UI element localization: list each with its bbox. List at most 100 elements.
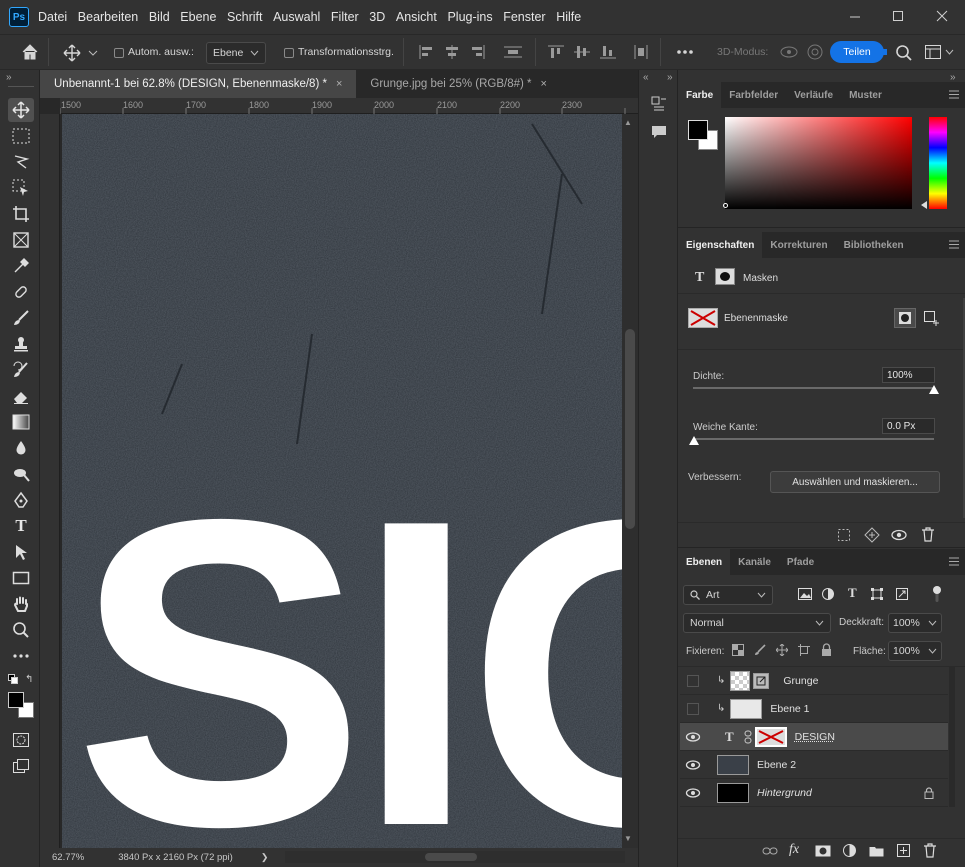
tab-farbfelder[interactable]: Farbfelder <box>721 82 786 108</box>
filter-pixel-icon[interactable] <box>798 588 812 600</box>
visibility-toggle-off[interactable] <box>687 702 699 715</box>
lock-pixels-icon[interactable] <box>754 644 766 656</box>
search-icon[interactable] <box>895 44 913 62</box>
density-slider-handle[interactable] <box>929 385 939 394</box>
add-mask-icon[interactable] <box>815 845 831 857</box>
foreground-color-swatch[interactable] <box>688 120 708 140</box>
select-pixel-mask-button[interactable] <box>894 308 916 328</box>
tab-document-2[interactable]: Grunge.jpg bei 25% (RGB/8#) * × <box>356 70 561 98</box>
tab-ebenen[interactable]: Ebenen <box>678 549 731 575</box>
menu-ansicht[interactable]: Ansicht <box>396 10 437 24</box>
auto-select-checkbox[interactable] <box>114 48 124 58</box>
brush-tool-icon[interactable] <box>8 306 34 330</box>
filter-type-icon[interactable]: T <box>848 585 857 601</box>
share-button[interactable]: Teilen <box>830 41 884 63</box>
expand-icon[interactable]: » <box>667 72 673 83</box>
comments-panel-icon[interactable] <box>651 124 667 140</box>
layer-row-hintergrund[interactable]: Hintergrund <box>680 779 948 807</box>
rectangle-tool-icon[interactable] <box>8 566 34 590</box>
visibility-eye-icon[interactable] <box>891 529 907 541</box>
menu-hilfe[interactable]: Hilfe <box>556 10 581 24</box>
visibility-eye-icon[interactable] <box>685 731 701 743</box>
layer-filter-dropdown[interactable]: Art <box>683 585 773 605</box>
lock-all-icon[interactable] <box>821 643 832 656</box>
crop-tool-icon[interactable] <box>8 202 34 226</box>
document-canvas[interactable]: SIG <box>62 114 622 848</box>
collapse-icon[interactable]: « <box>643 72 649 83</box>
tab-farbe[interactable]: Farbe <box>678 82 722 108</box>
layer-row-grunge[interactable]: ↳ Grunge <box>680 667 948 695</box>
menu-schrift[interactable]: Schrift <box>227 10 262 24</box>
opacity-field[interactable]: 100% <box>888 613 942 633</box>
eraser-tool-icon[interactable] <box>8 384 34 408</box>
align-middle-icon[interactable] <box>574 45 590 59</box>
scrollbar-thumb[interactable] <box>625 329 635 529</box>
align-bottom-icon[interactable] <box>600 45 616 59</box>
frame-tool-icon[interactable] <box>8 228 34 252</box>
gradient-tool-icon[interactable] <box>8 410 34 434</box>
status-menu-icon[interactable]: ❯ <box>261 852 269 863</box>
mask-link-icon[interactable] <box>744 730 752 744</box>
minimize-icon[interactable] <box>845 6 865 26</box>
tab-kanaele[interactable]: Kanäle <box>730 549 779 575</box>
tab-verlaeufe[interactable]: Verläufe <box>786 82 841 108</box>
close-window-icon[interactable] <box>932 6 952 26</box>
distribute-vertical-icon[interactable] <box>634 45 648 59</box>
zoom-tool-icon[interactable] <box>8 618 34 642</box>
type-tool-icon[interactable]: T <box>8 514 34 538</box>
menu-fenster[interactable]: Fenster <box>503 10 545 24</box>
new-layer-icon[interactable] <box>897 844 910 857</box>
history-brush-icon[interactable] <box>8 358 34 382</box>
menu-datei[interactable]: Datei <box>38 10 67 24</box>
path-select-icon[interactable] <box>8 540 34 564</box>
blend-mode-dropdown[interactable]: Normal <box>683 613 831 633</box>
dodge-tool-icon[interactable] <box>8 462 34 486</box>
layer-effects-icon[interactable]: fx <box>789 842 799 858</box>
auto-select-dropdown[interactable]: Ebene <box>206 42 266 64</box>
menu-bearbeiten[interactable]: Bearbeiten <box>78 10 138 24</box>
menu-bild[interactable]: Bild <box>149 10 170 24</box>
layer-row-ebene-2[interactable]: Ebene 2 <box>680 751 948 779</box>
filter-adjustment-icon[interactable] <box>822 588 834 600</box>
marquee-tool-icon[interactable] <box>8 124 34 148</box>
more-options-icon[interactable] <box>676 49 694 55</box>
panel-menu-icon[interactable] <box>949 557 959 567</box>
menu-auswahl[interactable]: Auswahl <box>273 10 320 24</box>
feather-slider[interactable] <box>693 438 934 440</box>
vertical-scrollbar[interactable]: ▲ ▼ <box>622 114 638 848</box>
move-tool-icon[interactable] <box>8 98 34 122</box>
tab-korrekturen[interactable]: Korrekturen <box>762 232 835 258</box>
scroll-down-icon[interactable]: ▼ <box>624 834 632 843</box>
close-tab-icon[interactable]: × <box>336 78 342 90</box>
swap-colors-icon[interactable]: ↰ <box>25 674 33 685</box>
pen-tool-icon[interactable] <box>8 488 34 512</box>
hue-slider[interactable] <box>929 117 947 209</box>
move-tool-icon[interactable] <box>62 43 82 63</box>
close-tab-icon[interactable]: × <box>541 78 547 90</box>
visibility-toggle-off[interactable] <box>687 674 699 687</box>
transform-controls-checkbox[interactable] <box>284 48 294 58</box>
panel-menu-icon[interactable] <box>949 240 959 250</box>
chevron-down-icon[interactable] <box>88 49 98 57</box>
history-panel-icon[interactable] <box>651 96 667 114</box>
fill-field[interactable]: 100% <box>888 641 942 661</box>
lock-position-icon[interactable] <box>776 644 788 656</box>
filter-shape-icon[interactable] <box>871 588 883 600</box>
tab-document-1[interactable]: Unbenannt-1 bei 62.8% (DESIGN, Ebenenmas… <box>40 70 357 98</box>
align-left-icon[interactable] <box>418 45 434 59</box>
scroll-up-icon[interactable]: ▲ <box>624 118 632 127</box>
stamp-tool-icon[interactable] <box>8 332 34 356</box>
lock-artboard-icon[interactable] <box>798 644 810 656</box>
collapse-icon[interactable]: » <box>6 72 12 83</box>
layer-mask-thumbnail[interactable] <box>688 308 718 328</box>
3d-rotate-icon[interactable] <box>806 43 824 61</box>
menu-filter[interactable]: Filter <box>331 10 359 24</box>
workspace-icon[interactable] <box>925 45 941 59</box>
tab-eigenschaften[interactable]: Eigenschaften <box>678 232 763 258</box>
adjustment-layer-icon[interactable] <box>843 844 856 857</box>
group-layers-icon[interactable] <box>869 845 884 857</box>
apply-mask-icon[interactable] <box>864 527 880 543</box>
maximize-icon[interactable] <box>888 6 908 26</box>
zoom-level[interactable]: 62.77% <box>52 852 84 863</box>
object-select-icon[interactable] <box>8 176 34 200</box>
